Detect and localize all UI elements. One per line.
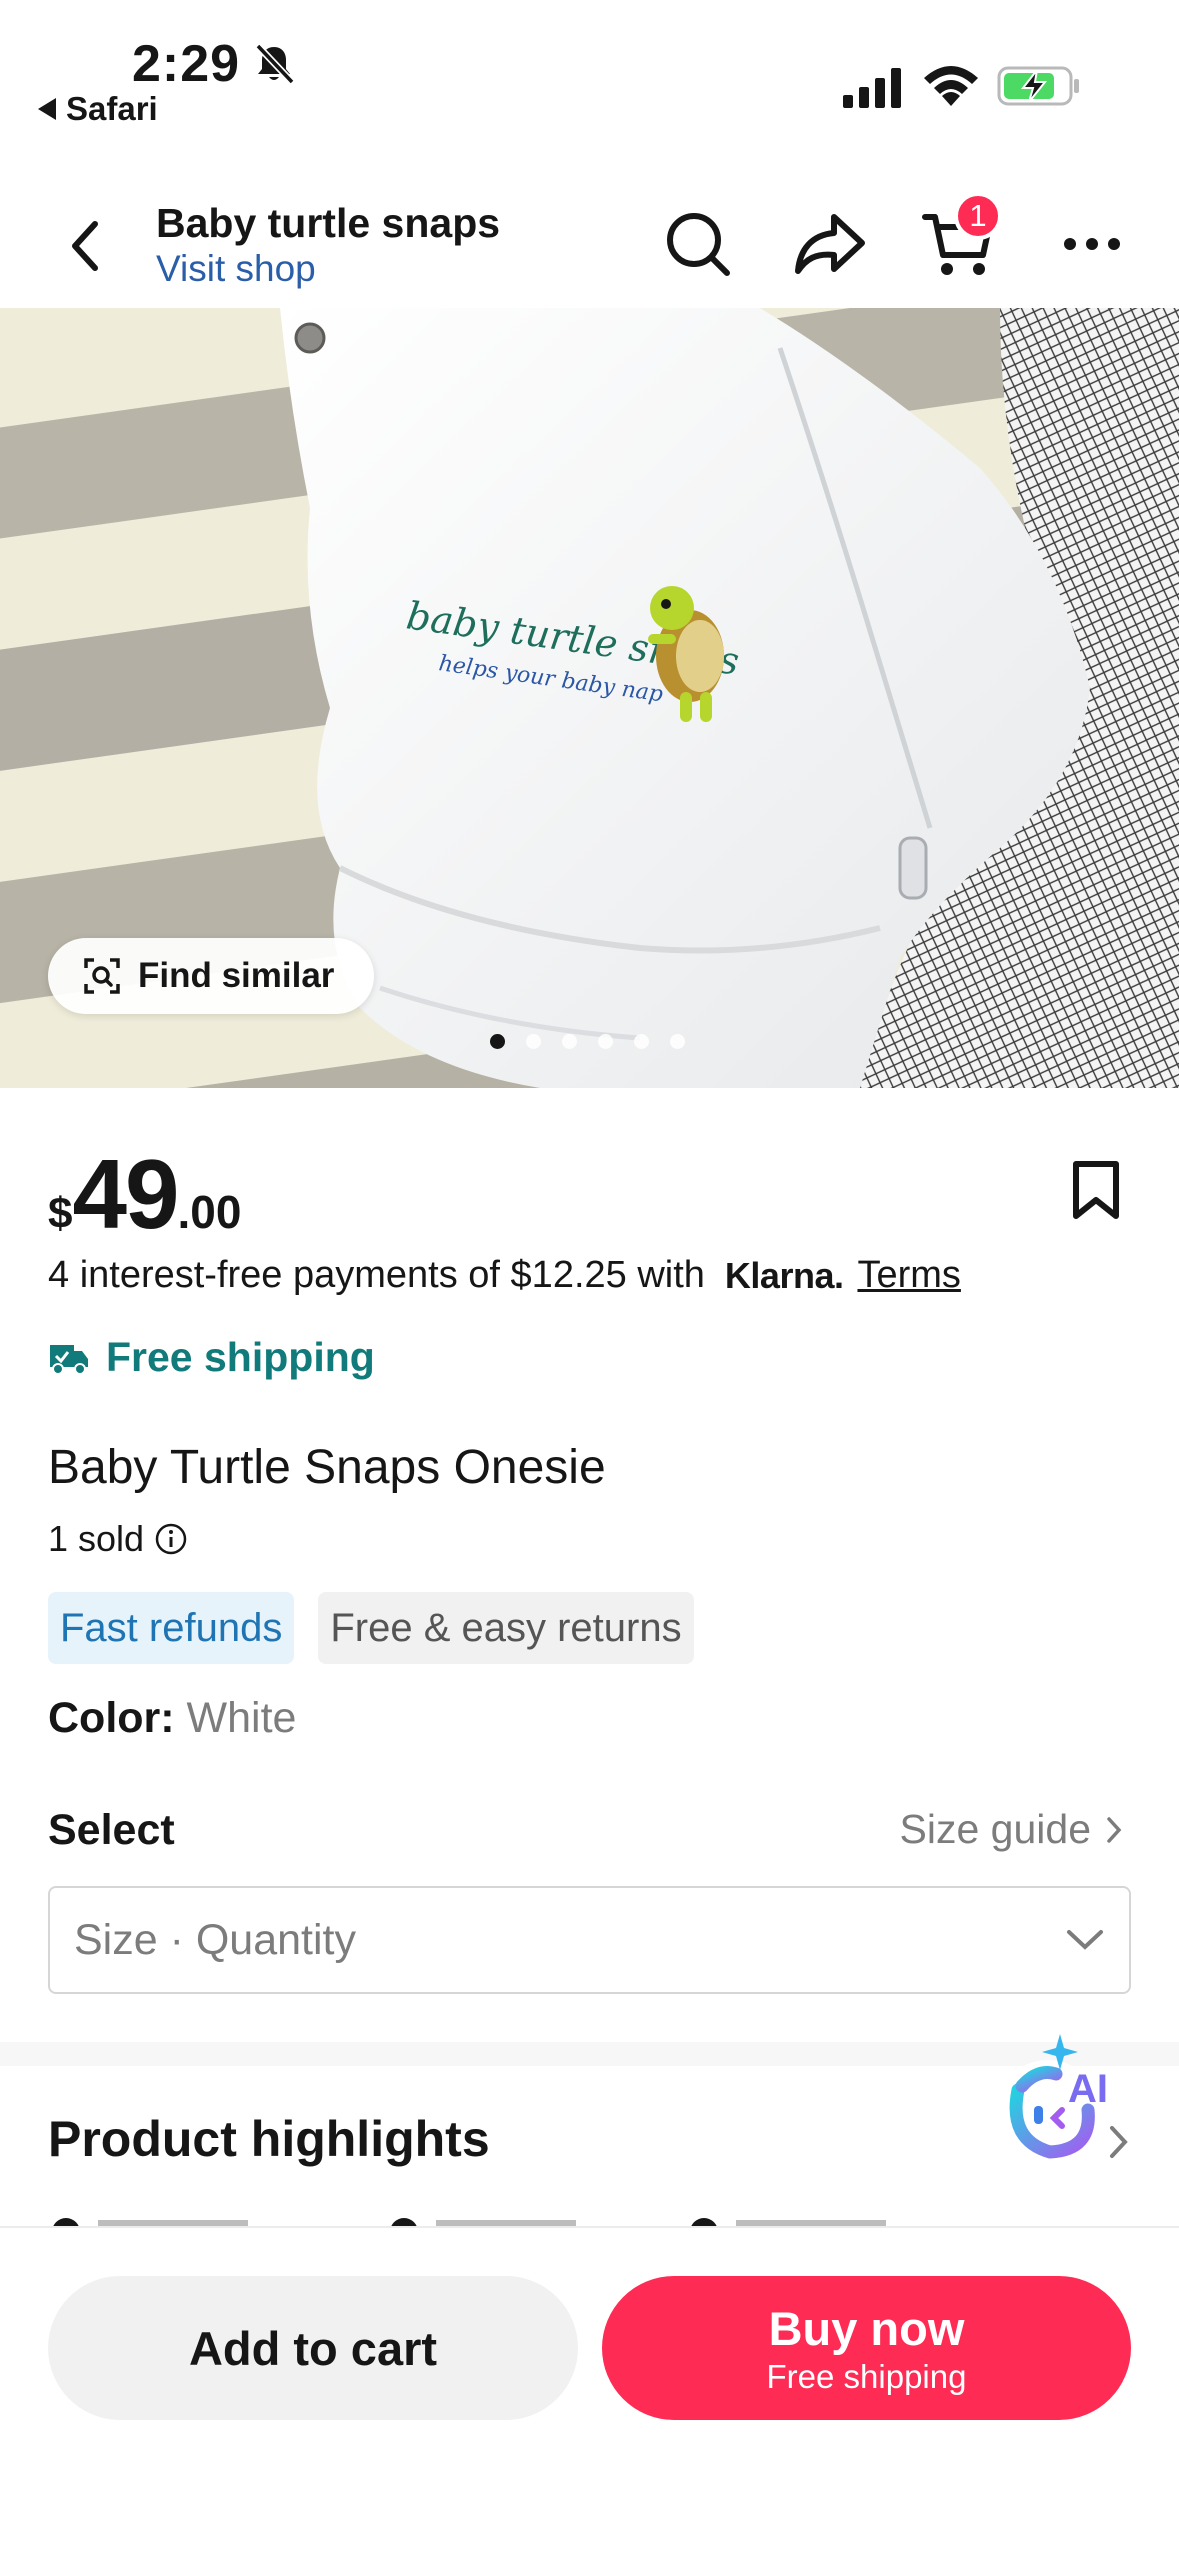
klarna-terms-link[interactable]: Terms: [857, 1254, 960, 1297]
product-price: $ 49 .00: [48, 1138, 241, 1251]
select-label: Select: [48, 1806, 175, 1854]
status-time: 2:29: [132, 35, 241, 93]
price-currency: $: [48, 1189, 73, 1238]
price-cents: .00: [177, 1186, 242, 1238]
chevron-right-icon: [1107, 1816, 1122, 1843]
highlights-peek-row: [53, 2218, 886, 2226]
ai-assistant-button[interactable]: AI: [988, 2030, 1118, 2170]
klarna-installments: 4 interest-free payments of $12.25 with …: [48, 1254, 961, 1297]
back-triangle-icon: [38, 98, 56, 120]
chevron-left-icon: [72, 221, 98, 271]
carousel-dot[interactable]: [526, 1034, 541, 1049]
color-label: Color:: [48, 1694, 175, 1742]
add-to-cart-button[interactable]: Add to cart: [48, 2276, 578, 2420]
visit-shop-link[interactable]: Visit shop: [156, 248, 316, 290]
shop-title: Baby turtle snaps: [156, 200, 501, 246]
more-dots-icon: [1064, 238, 1120, 250]
buy-now-button[interactable]: Buy now Free shipping: [602, 2276, 1131, 2420]
more-options-button[interactable]: [1054, 204, 1130, 284]
wifi-icon: [924, 66, 978, 106]
carousel-dot[interactable]: [490, 1034, 505, 1049]
carousel-dot[interactable]: [598, 1034, 613, 1049]
product-image-carousel[interactable]: baby turtle snaps helps your baby nap Fi…: [0, 308, 1179, 1088]
cart-button[interactable]: 1: [920, 192, 1002, 284]
image-search-icon: [84, 958, 120, 994]
buy-now-sublabel: Free shipping: [766, 2357, 967, 2395]
ai-label: AI: [1068, 2067, 1108, 2111]
find-similar-label: Find similar: [138, 956, 335, 995]
sold-count: 1 sold: [48, 1518, 188, 1560]
size-quantity-placeholder: Size · Quantity: [74, 1915, 356, 1964]
share-button[interactable]: [792, 204, 868, 284]
color-value: White: [186, 1694, 297, 1742]
klarna-logo: Klarna.: [724, 1254, 844, 1296]
free-shipping-label: Free shipping: [48, 1334, 375, 1381]
cellular-signal-icon: [843, 68, 901, 108]
cart-count-badge: 1: [954, 192, 1002, 240]
info-icon[interactable]: [154, 1522, 188, 1556]
back-app-label: Safari: [66, 90, 158, 127]
back-button[interactable]: [50, 206, 120, 286]
fast-refunds-badge[interactable]: Fast refunds: [48, 1592, 295, 1664]
service-badges: Fast refunds Free & easy returns: [48, 1592, 694, 1664]
share-arrow-icon: [795, 214, 865, 274]
free-shipping-text: Free shipping: [106, 1334, 375, 1380]
search-icon: [667, 213, 730, 276]
chevron-down-icon: [1067, 1930, 1103, 1950]
status-bar: 2:29 Safari: [0, 0, 1179, 160]
size-guide-link[interactable]: Size guide: [900, 1806, 1123, 1853]
bookmark-icon[interactable]: [1068, 1160, 1124, 1222]
bottom-action-bar: Add to cart Buy now Free shipping: [0, 2226, 1179, 2556]
free-returns-badge[interactable]: Free & easy returns: [318, 1592, 694, 1664]
size-guide-label: Size guide: [899, 1806, 1091, 1852]
carousel-dot[interactable]: [670, 1034, 685, 1049]
color-selection: Color: White: [48, 1694, 296, 1743]
product-header: Baby turtle snaps Visit shop 1: [0, 178, 1179, 308]
ai-assistant-icon: AI: [996, 2034, 1108, 2164]
product-title: Baby Turtle Snaps Onesie: [48, 1441, 606, 1494]
search-button[interactable]: [660, 204, 736, 284]
sold-text: 1 sold: [48, 1518, 145, 1559]
find-similar-button[interactable]: Find similar: [48, 938, 375, 1014]
back-to-safari[interactable]: Safari: [38, 90, 158, 128]
product-highlights-title[interactable]: Product highlights: [48, 2110, 490, 2168]
carousel-dot[interactable]: [562, 1034, 577, 1049]
klarna-text: 4 interest-free payments of $12.25 with: [48, 1254, 705, 1296]
buy-now-label: Buy now: [768, 2301, 965, 2355]
price-whole: 49: [72, 1139, 179, 1249]
bell-slash-icon: [255, 43, 295, 85]
size-quantity-dropdown[interactable]: Size · Quantity: [48, 1886, 1131, 1994]
carousel-indicator: [490, 1034, 685, 1049]
delivery-truck-icon: [50, 1344, 88, 1375]
battery-charging-icon: [997, 66, 1079, 106]
carousel-dot[interactable]: [634, 1034, 649, 1049]
